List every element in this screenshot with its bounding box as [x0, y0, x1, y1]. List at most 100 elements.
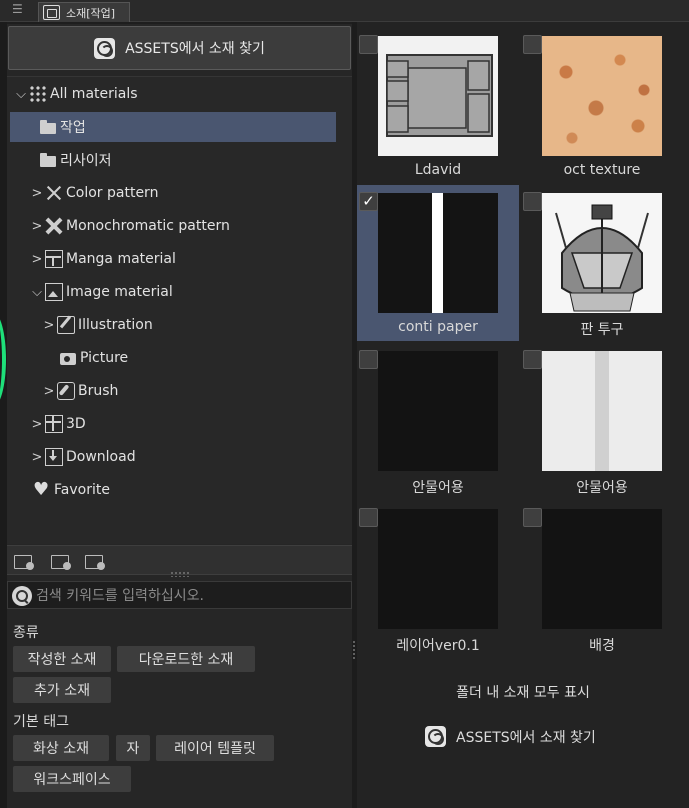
- material-thumbnail[interactable]: [542, 351, 662, 471]
- menu-icon[interactable]: ☰: [12, 2, 26, 16]
- tree-item[interactable]: > Manga material: [7, 244, 176, 274]
- manga-panel-icon: [45, 250, 63, 268]
- assets-link-label: ASSETS에서 소재 찾기: [456, 729, 596, 746]
- material-item[interactable]: 레이어ver0.1: [357, 501, 519, 657]
- panel-resize-grip[interactable]: [170, 571, 190, 577]
- material-thumbnail[interactable]: [542, 509, 662, 629]
- assets-search-link[interactable]: ASSETS에서 소재 찾기: [425, 726, 596, 747]
- material-checkbox[interactable]: [523, 192, 542, 211]
- material-checkbox[interactable]: [523, 350, 542, 369]
- tree-item-label: Color pattern: [66, 185, 159, 201]
- chevron-right-icon[interactable]: >: [31, 417, 43, 432]
- tree-item-label: Image material: [66, 284, 173, 300]
- tree-item[interactable]: 리사이저: [7, 145, 112, 175]
- tree-item[interactable]: ♥ Favorite: [7, 475, 110, 505]
- tree-item[interactable]: > Monochromatic pattern: [7, 211, 230, 241]
- material-item[interactable]: 안물어용: [357, 343, 519, 499]
- material-thumbnail[interactable]: [378, 351, 498, 471]
- top-tab-bar: ☰ 소재[작업]: [0, 0, 689, 22]
- material-grid: Ldavid oct texture ✓ conti paper 판 투구안물어용 안물어…: [357, 22, 689, 808]
- materials-tab-icon: [43, 5, 60, 20]
- folder-icon: [39, 118, 57, 136]
- tab-title: 소재[작업]: [66, 6, 116, 20]
- material-label: Ldavid: [414, 162, 462, 178]
- tree-item[interactable]: > Brush: [7, 376, 118, 406]
- tree-item[interactable]: ⌵ All materials: [7, 79, 138, 109]
- chevron-down-icon[interactable]: ⌵: [15, 87, 27, 102]
- search-placeholder: 검색 키워드를 입력하십시오.: [36, 588, 204, 604]
- tree-item-label: All materials: [50, 86, 138, 102]
- material-item[interactable]: 배경: [521, 501, 683, 657]
- material-checkbox[interactable]: ✓: [359, 192, 378, 211]
- image-icon: [45, 283, 63, 301]
- tree-item[interactable]: Picture: [7, 343, 128, 373]
- chevron-right-icon[interactable]: >: [31, 450, 43, 465]
- material-checkbox[interactable]: [359, 35, 378, 54]
- material-item[interactable]: oct texture: [521, 28, 683, 184]
- material-item[interactable]: Ldavid: [357, 28, 519, 184]
- tree-item[interactable]: > Color pattern: [7, 178, 159, 208]
- chevron-right-icon[interactable]: >: [31, 219, 43, 234]
- cross-icon: [45, 217, 63, 235]
- tree-item-label: Picture: [80, 350, 129, 366]
- tree-item[interactable]: >3D: [7, 409, 86, 439]
- tree-item[interactable]: > Download: [7, 442, 136, 472]
- pen-icon: [57, 316, 75, 334]
- material-item[interactable]: ✓ conti paper: [357, 185, 519, 341]
- tree-item[interactable]: ⌵ Image material: [7, 277, 173, 307]
- chevron-right-icon[interactable]: >: [31, 252, 43, 267]
- show-all-in-folder-link[interactable]: 폴더 내 소재 모두 표시: [357, 682, 689, 702]
- chevron-down-icon[interactable]: ⌵: [31, 285, 43, 300]
- material-label: 안물어용: [412, 480, 464, 496]
- material-thumbnail[interactable]: [542, 193, 662, 313]
- material-checkbox[interactable]: [523, 35, 542, 54]
- chip-image-material[interactable]: 화상 소재: [13, 735, 109, 761]
- chevron-right-icon[interactable]: >: [31, 186, 43, 201]
- chip-workspace[interactable]: 워크스페이스: [13, 766, 131, 792]
- assets-logo-icon: [94, 37, 116, 59]
- material-thumbnail[interactable]: [378, 509, 498, 629]
- chevron-right-icon[interactable]: >: [43, 384, 55, 399]
- green-accent-arc: [0, 312, 6, 407]
- tab-materials[interactable]: 소재[작업]: [38, 2, 130, 22]
- tree-item-label: 3D: [66, 416, 86, 432]
- material-label: 배경: [589, 638, 615, 654]
- material-label: oct texture: [563, 162, 641, 178]
- chip-added-materials[interactable]: 추가 소재: [13, 677, 111, 703]
- chip-downloaded-materials[interactable]: 다운로드한 소재: [117, 646, 255, 672]
- heart-icon: ♥: [33, 479, 50, 500]
- camera-icon: [59, 349, 77, 367]
- tree-item-label: 작업: [60, 120, 86, 136]
- material-checkbox[interactable]: [359, 350, 378, 369]
- chip-layer-template[interactable]: 레이어 템플릿: [156, 735, 274, 761]
- download-icon: [45, 448, 63, 466]
- chip-created-materials[interactable]: 작성한 소재: [13, 646, 111, 672]
- tree-item-label: Illustration: [78, 317, 153, 333]
- search-input[interactable]: 검색 키워드를 입력하십시오.: [7, 581, 352, 609]
- chip-ruler[interactable]: 자: [116, 735, 150, 761]
- material-checkbox[interactable]: [359, 508, 378, 527]
- tree-item[interactable]: > Illustration: [7, 310, 153, 340]
- edit-folder-icon[interactable]: [85, 552, 105, 570]
- material-label: 안물어용: [576, 480, 628, 496]
- tree-item-label: Brush: [78, 383, 119, 399]
- material-item[interactable]: 안물어용: [521, 343, 683, 499]
- grid-dots-icon: [29, 85, 47, 103]
- delete-folder-icon[interactable]: [51, 552, 71, 570]
- splitter-grip[interactable]: [353, 640, 355, 660]
- material-thumbnail[interactable]: [542, 36, 662, 156]
- tree-item[interactable]: 작업: [10, 112, 336, 142]
- material-tree-panel: ASSETS에서 소재 찾기 ⌵ All materials 작업리사이저 > Colo…: [7, 24, 352, 808]
- material-checkbox[interactable]: [523, 508, 542, 527]
- material-item[interactable]: 판 투구: [521, 185, 683, 341]
- material-thumbnail[interactable]: [378, 36, 498, 156]
- new-folder-icon[interactable]: [14, 552, 34, 570]
- tree-item-label: Favorite: [54, 482, 110, 498]
- assets-search-label: ASSETS에서 소재 찾기: [125, 41, 265, 57]
- search-icon: [12, 586, 32, 606]
- assets-search-button[interactable]: ASSETS에서 소재 찾기: [8, 26, 351, 70]
- material-tree: ⌵ All materials 작업리사이저 > Color pattern > Monoc…: [7, 76, 352, 544]
- brush-icon: [57, 382, 75, 400]
- chevron-right-icon[interactable]: >: [43, 318, 55, 333]
- material-thumbnail[interactable]: [378, 193, 498, 313]
